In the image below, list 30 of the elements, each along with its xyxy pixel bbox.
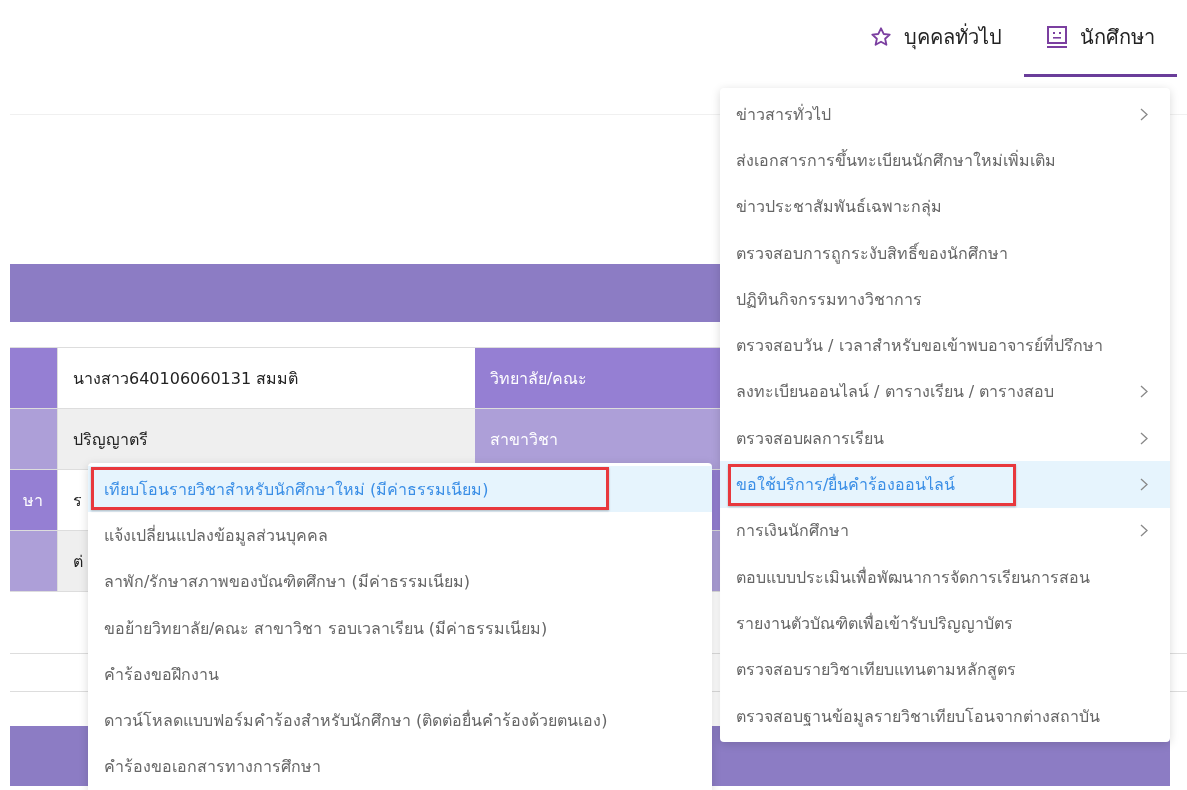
table-label-cell bbox=[10, 409, 57, 469]
table-label: ษา bbox=[23, 489, 44, 512]
nav-tab[interactable]: บุคคลทั่วไป bbox=[848, 0, 1024, 77]
menu-item[interactable]: ตรวจสอบผลการเรียน bbox=[720, 415, 1170, 462]
menu-item[interactable]: ตอบแบบประเมินเพื่อพัฒนาการจัดการเรียนการสอน bbox=[720, 553, 1170, 601]
table-label: วิทยาลัย/คณะ bbox=[490, 367, 588, 390]
menu-item[interactable]: การเงินนักศึกษา bbox=[720, 507, 1170, 554]
menu-item[interactable]: ขอใช้บริการ/ยื่นคำร้องออนไลน์ bbox=[720, 461, 1170, 508]
menu-item[interactable]: ข่าวสารทั่วไป bbox=[720, 91, 1170, 138]
face-icon bbox=[1046, 25, 1068, 49]
menu-item[interactable]: ตรวจสอบรายวิชาเทียบแทนตามหลักสูตร bbox=[720, 646, 1170, 693]
table-label: สาขาวิชา bbox=[490, 428, 558, 451]
menu-item[interactable]: ลงทะเบียนออนไลน์ / ตารางเรียน / ตารางสอบ bbox=[720, 368, 1170, 416]
menu-item[interactable]: คำร้องขอฝึกงาน bbox=[88, 651, 712, 698]
menu-item[interactable]: ข่าวประชาสัมพันธ์เฉพาะกลุ่ม bbox=[720, 183, 1170, 230]
menu-item[interactable]: คำร้องขอเอกสารทางการศึกษา bbox=[88, 743, 712, 790]
menu-item[interactable]: ปฏิทินกิจกรรมทางวิชาการ bbox=[720, 276, 1170, 323]
table-label-cell bbox=[10, 348, 57, 408]
nav-tab[interactable]: นักศึกษา bbox=[1024, 0, 1177, 77]
menu-item[interactable]: ส่งเอกสารการขึ้นทะเบียนนักศึกษาใหม่เพิ่มเติม bbox=[720, 137, 1170, 184]
menu-item[interactable]: รายงานตัวบัณฑิตเพื่อเข้ารับปริญญาบัตร bbox=[720, 600, 1170, 647]
menu-item[interactable]: ตรวจสอบการถูกระงับสิทธิ์ของนักศึกษา bbox=[720, 229, 1170, 277]
menu-item[interactable]: เทียบโอนรายวิชาสำหรับนักศึกษาใหม่ (มีค่าธรรมเนียม) bbox=[88, 466, 712, 513]
table-label-cell bbox=[10, 531, 57, 591]
star-icon bbox=[870, 26, 892, 48]
table-value: ปริญญาตรี bbox=[57, 409, 475, 469]
menu-item[interactable]: ตรวจสอบฐานข้อมูลรายวิชาเทียบโอนจากต่างสถาบัน bbox=[720, 692, 1170, 740]
menu-item[interactable]: ดาวน์โหลดแบบฟอร์มคำร้องสำหรับนักศึกษา (ติดต่อยื่นคำร้องด้วยตนเอง) bbox=[88, 697, 712, 744]
menu-item[interactable]: ขอย้ายวิทยาลัย/คณะ สาขาวิชา รอบเวลาเรียน (มีค่าธรรมเนียม) bbox=[88, 604, 712, 652]
menu-item[interactable]: ตรวจสอบวัน / เวลาสำหรับขอเข้าพบอาจารย์ที่ปรึกษา bbox=[720, 322, 1170, 369]
